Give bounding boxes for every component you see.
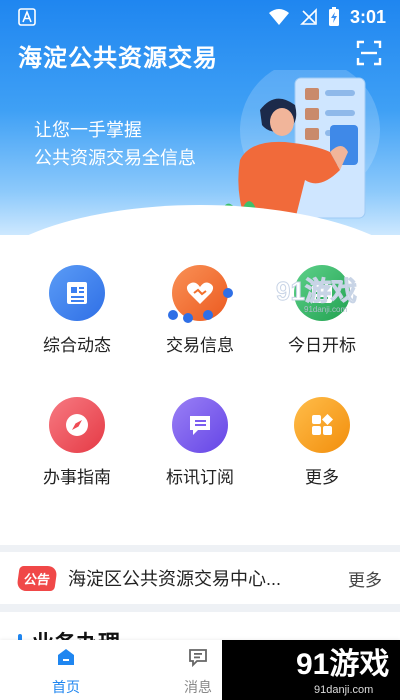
status-bar: 3:01 [0, 0, 400, 34]
tile-news[interactable]: 综合动态 [17, 265, 137, 356]
grid-icon [294, 397, 350, 453]
tile-label: 今日开标 [288, 336, 356, 355]
watermark-url: 91danji.com [304, 305, 347, 314]
announcement-bar[interactable]: 公告 海淀区公共资源交易中心... 更多 [0, 552, 400, 604]
hero-slogan: 让您一手掌握 公共资源交易全信息 [34, 116, 196, 172]
tile-subscribe[interactable]: 标讯订阅 [140, 397, 260, 488]
watermark-logo: 91游戏 91danji.com [276, 276, 358, 315]
tile-label: 更多 [305, 468, 339, 487]
battery-charging-icon [328, 7, 339, 26]
tile-label: 标讯订阅 [166, 468, 234, 487]
tile-label: 交易信息 [166, 336, 234, 355]
hero-banner: 3:01 海淀公共资源交易 让您一手掌握 公共资源交易全信息 [0, 0, 400, 245]
message-icon [172, 397, 228, 453]
tab-home[interactable]: 首页 [26, 646, 106, 697]
message-icon [189, 649, 207, 668]
compass-icon [49, 397, 105, 453]
tab-label: 首页 [52, 679, 80, 695]
announcement-more-link[interactable]: 更多 [348, 566, 382, 591]
newspaper-icon [49, 265, 105, 321]
scan-icon[interactable] [356, 40, 382, 66]
tile-more[interactable]: 更多 [262, 397, 382, 488]
signal-off-icon [300, 8, 317, 25]
home-icon [58, 649, 74, 665]
corner-watermark: 91游戏 91danji.com [222, 640, 400, 700]
clock: 3:01 [349, 6, 386, 27]
tile-label: 综合动态 [43, 336, 111, 355]
corner-watermark-brand: 91游戏 [296, 648, 389, 681]
wifi-icon [268, 9, 289, 25]
loading-dots-icon [168, 288, 233, 323]
slogan-line-2: 公共资源交易全信息 [34, 148, 196, 168]
watermark-brand: 91游戏 [276, 276, 357, 306]
tile-guide[interactable]: 办事指南 [17, 397, 137, 488]
corner-watermark-url: 91danji.com [314, 684, 373, 696]
app-notification-icon [18, 8, 36, 26]
announcement-badge: 公告 [16, 565, 58, 591]
announcement-text[interactable]: 海淀区公共资源交易中心... [68, 565, 326, 591]
tile-label: 办事指南 [43, 468, 111, 487]
page-title: 海淀公共资源交易 [18, 45, 218, 72]
slogan-line-1: 让您一手掌握 [34, 120, 142, 140]
